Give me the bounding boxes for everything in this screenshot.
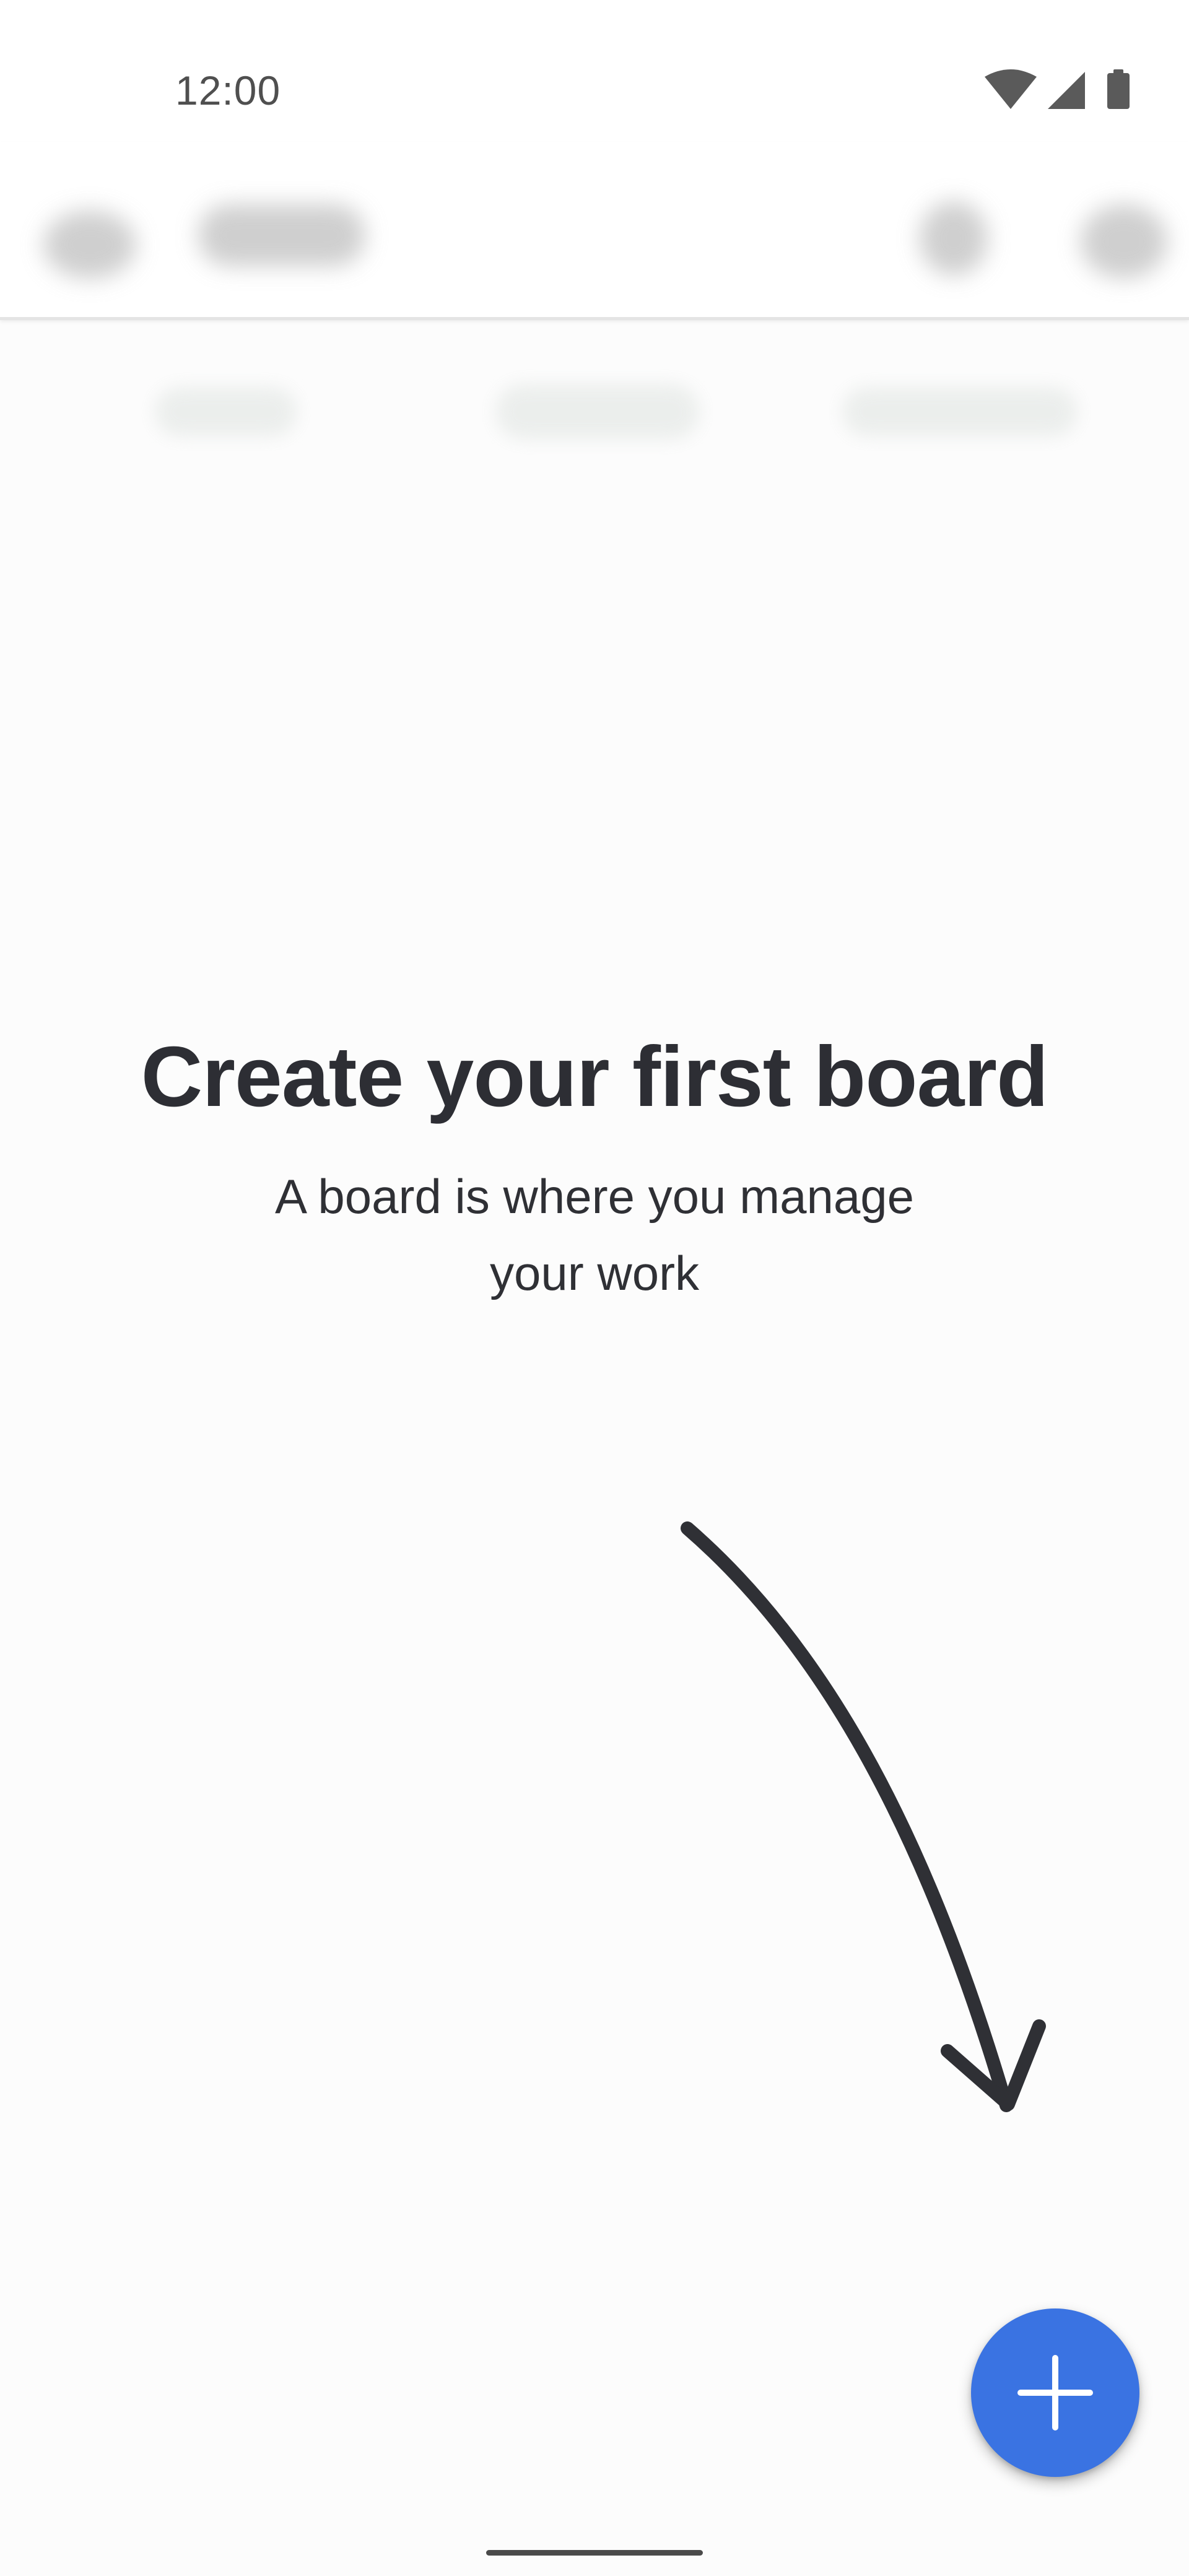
tab-3[interactable] — [842, 387, 1078, 437]
tab-1[interactable] — [155, 387, 297, 437]
empty-state-subtitle-line-2: your work — [489, 1246, 700, 1300]
empty-state-subtitle: A board is where you manage your work — [223, 1158, 966, 1312]
app-bar — [0, 142, 1189, 320]
battery-icon — [1107, 69, 1130, 109]
empty-state-subtitle-line-1: A board is where you manage — [275, 1169, 914, 1224]
app-screen: 12:00 Create your first board A board is — [0, 0, 1189, 2576]
cellular-signal-icon — [1048, 72, 1085, 109]
add-board-button[interactable] — [971, 2308, 1139, 2477]
search-icon[interactable] — [920, 201, 988, 276]
empty-state-title: Create your first board — [141, 1029, 1049, 1125]
gesture-nav-handle[interactable] — [486, 2550, 703, 2556]
tab-bar — [0, 319, 1189, 443]
tab-2[interactable] — [495, 384, 700, 440]
wifi-icon — [985, 69, 1037, 109]
status-icons — [985, 69, 1130, 109]
notifications-icon[interactable] — [1081, 204, 1167, 279]
logo-icon — [198, 204, 365, 266]
menu-icon[interactable] — [43, 211, 136, 279]
status-bar: 12:00 — [0, 0, 1189, 142]
plus-icon — [1017, 2355, 1093, 2430]
status-time: 12:00 — [175, 67, 281, 113]
curved-arrow-icon — [681, 1521, 1046, 2112]
